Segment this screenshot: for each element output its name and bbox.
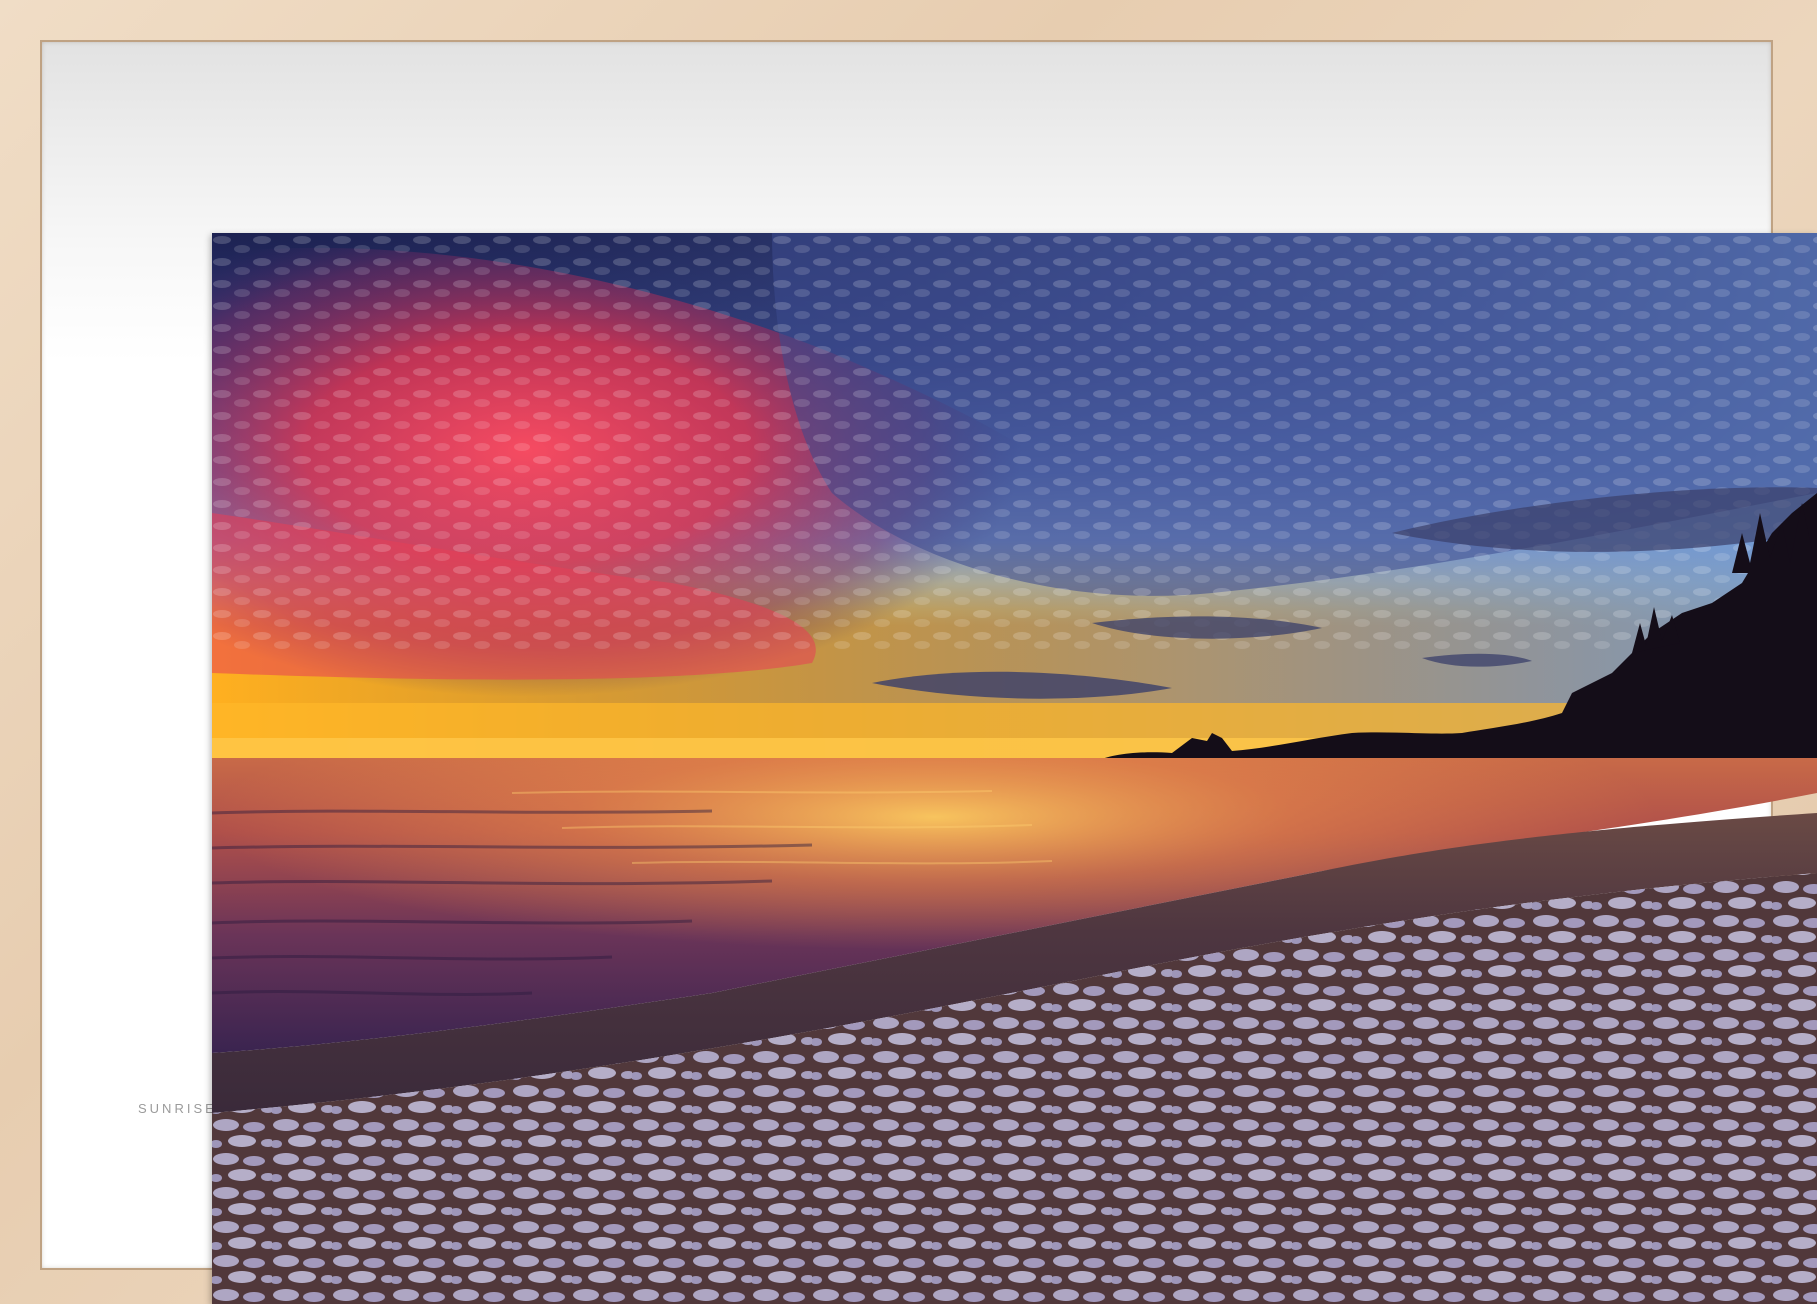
mat-caption: SUNRISE	[138, 1101, 217, 1116]
framed-photo	[212, 233, 1817, 1304]
picture-frame: SUNRISE	[0, 0, 1817, 1304]
sunset-beach-photo	[212, 233, 1817, 1304]
